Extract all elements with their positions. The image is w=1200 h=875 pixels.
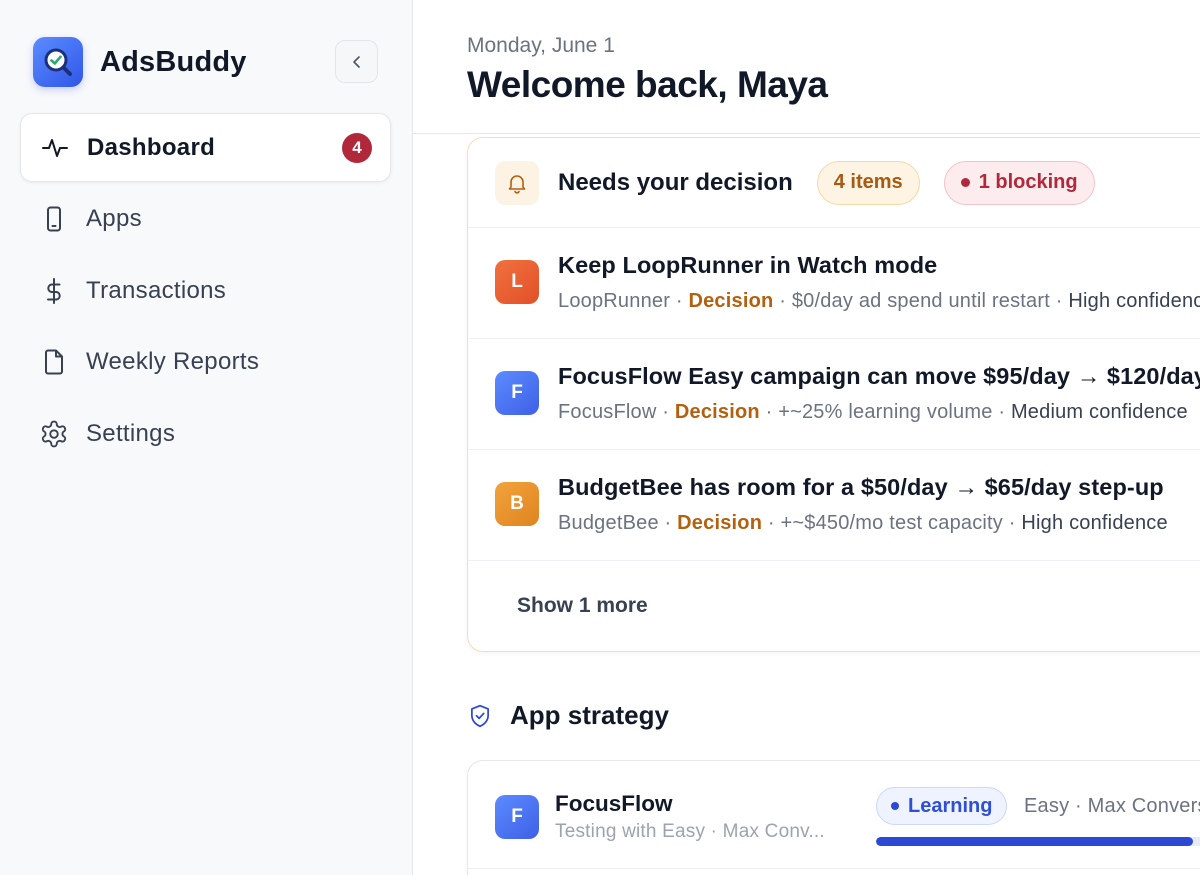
decision-item-title: Keep LoopRunner in Watch mode xyxy=(558,252,938,278)
sidebar-item-weekly-reports[interactable]: Weekly Reports xyxy=(20,328,391,397)
main-content: Monday, June 1 Welcome back, Maya Needs … xyxy=(413,0,1200,875)
chevron-left-icon xyxy=(352,55,360,68)
impact-text: +~25% learning volume xyxy=(778,401,993,423)
blocking-badge: 1 blocking xyxy=(943,160,1095,205)
confidence-text: High confidence xyxy=(1021,512,1168,534)
strategy-mode: Easy · Max Conversions xyxy=(1024,795,1200,817)
sidebar: AdsBuddy Dashboard 4 Apps Transactions W… xyxy=(0,0,413,875)
decision-item-meta: BudgetBee · Decision · +~$450/mo test ca… xyxy=(558,512,1168,534)
blocking-label: 1 blocking xyxy=(978,171,1078,193)
decision-tag: Decision xyxy=(688,290,774,312)
bell-icon xyxy=(495,160,539,205)
strategy-app-name: FocusFlow xyxy=(555,791,673,816)
decision-item-title: BudgetBee has room for a $50/day → $65/d… xyxy=(558,474,1164,500)
decision-item[interactable]: B BudgetBee has room for a $50/day → $65… xyxy=(468,450,1200,561)
sidebar-item-apps[interactable]: Apps xyxy=(20,185,391,254)
decision-panel-header: Needs your decision 4 items 1 blocking xyxy=(468,138,1200,228)
confidence-text: Medium confidence xyxy=(1010,401,1188,423)
phone-icon xyxy=(38,203,70,235)
brand[interactable]: AdsBuddy xyxy=(33,37,247,87)
status-label: Learning xyxy=(908,794,993,817)
dollar-icon xyxy=(38,275,70,307)
app-avatar: F xyxy=(495,371,539,415)
collapse-sidebar-button[interactable] xyxy=(335,40,378,83)
decision-tag: Decision xyxy=(674,401,760,423)
search-check-icon xyxy=(33,37,83,87)
strategy-panel: F FocusFlow Testing with Easy · Max Conv… xyxy=(467,760,1200,875)
learning-progress-bar xyxy=(876,837,1200,846)
decision-item-text: BudgetBee has room for a $50/day → $65/d… xyxy=(558,474,1168,535)
decision-item[interactable]: F FocusFlow Easy campaign can move $95/d… xyxy=(468,339,1200,450)
sidebar-item-transactions[interactable]: Transactions xyxy=(20,256,391,325)
strategy-app-subtitle: Testing with Easy · Max Conv... xyxy=(555,821,825,842)
activity-icon xyxy=(39,132,71,164)
strategy-section-header: App strategy xyxy=(467,700,669,731)
decision-item-meta: FocusFlow · Decision · +~25% learning vo… xyxy=(558,401,1188,423)
decision-item-text: FocusFlow Easy campaign can move $95/day… xyxy=(558,363,1200,424)
items-count-badge: 4 items xyxy=(816,160,920,205)
decision-panel: Needs your decision 4 items 1 blocking L… xyxy=(467,137,1200,652)
file-icon xyxy=(38,346,70,378)
sidebar-item-dashboard[interactable]: Dashboard 4 xyxy=(20,113,391,182)
sidebar-item-label: Weekly Reports xyxy=(86,348,260,375)
app-avatar: B xyxy=(495,482,539,526)
strategy-app-row[interactable]: F FocusFlow Testing with Easy · Max Conv… xyxy=(468,761,1200,869)
decision-item-text: Keep LoopRunner in Watch mode LoopRunner… xyxy=(558,252,1200,313)
shield-check-icon xyxy=(471,704,489,727)
app-name: BudgetBee xyxy=(558,512,659,534)
sidebar-nav: Dashboard 4 Apps Transactions Weekly Rep… xyxy=(20,113,391,471)
decision-item-title: FocusFlow Easy campaign can move $95/day… xyxy=(558,363,1200,389)
impact-text: +~$450/mo test capacity xyxy=(780,512,1004,534)
sidebar-item-label: Apps xyxy=(86,205,142,232)
show-more-button[interactable]: Show 1 more xyxy=(468,561,1200,651)
app-name: FocusFlow xyxy=(558,401,657,423)
status-dot xyxy=(960,178,970,187)
decision-item[interactable]: L Keep LoopRunner in Watch mode LoopRunn… xyxy=(468,228,1200,339)
learning-progress-fill xyxy=(876,837,1193,846)
decision-panel-title: Needs your decision xyxy=(558,168,793,196)
strategy-section-title: App strategy xyxy=(510,700,669,730)
page-header: Monday, June 1 Welcome back, Maya xyxy=(413,0,1200,134)
impact-text: $0/day ad spend until restart xyxy=(791,290,1050,312)
notification-badge: 4 xyxy=(342,132,372,163)
gear-icon xyxy=(38,418,70,450)
app-avatar: L xyxy=(495,260,539,304)
sidebar-item-label: Transactions xyxy=(86,276,227,304)
brand-name: AdsBuddy xyxy=(100,45,247,78)
decision-item-meta: LoopRunner · Decision · $0/day ad spend … xyxy=(558,290,1200,313)
app-avatar: F xyxy=(495,795,539,839)
page-title: Welcome back, Maya xyxy=(467,64,828,105)
status-dot xyxy=(891,802,899,810)
sidebar-item-settings[interactable]: Settings xyxy=(20,399,391,468)
sidebar-item-label: Dashboard xyxy=(87,133,216,161)
decision-tag: Decision xyxy=(677,512,763,534)
confidence-text: High confidence xyxy=(1068,290,1200,312)
app-name: LoopRunner xyxy=(558,290,671,312)
sidebar-item-label: Settings xyxy=(86,419,176,447)
status-badge: Learning xyxy=(876,787,1008,825)
current-date: Monday, June 1 xyxy=(467,34,615,57)
